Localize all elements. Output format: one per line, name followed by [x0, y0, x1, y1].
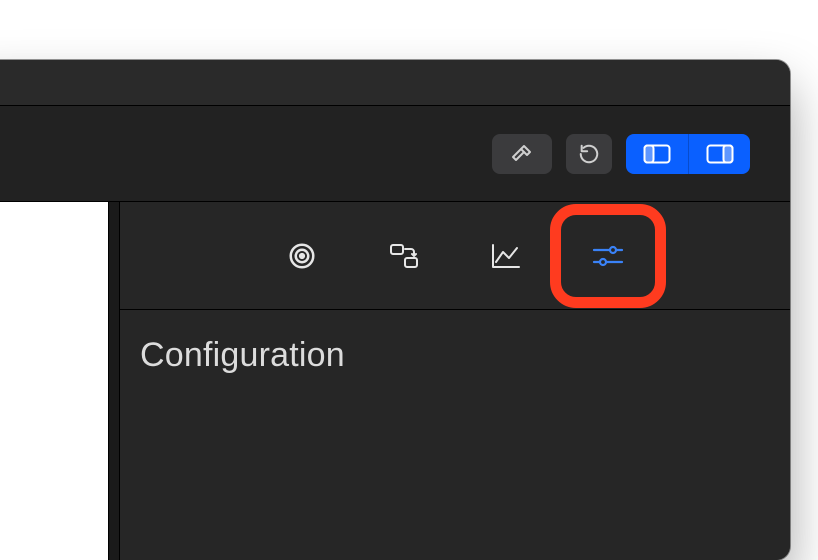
window-titlebar	[0, 60, 790, 106]
toggle-right-panel-button[interactable]	[688, 134, 750, 174]
tab-connections[interactable]	[384, 236, 424, 276]
chart-line-icon	[490, 242, 522, 270]
editor-body: Configuration	[0, 202, 790, 560]
tab-target[interactable]	[282, 236, 322, 276]
inspector-tabbar	[120, 202, 790, 310]
sliders-icon	[591, 243, 625, 269]
toggle-left-panel-button[interactable]	[626, 134, 688, 174]
build-button[interactable]	[492, 134, 552, 174]
canvas-area	[0, 202, 108, 560]
tab-metrics[interactable]	[486, 236, 526, 276]
sidebar-left-icon	[643, 144, 671, 164]
target-icon	[287, 241, 317, 271]
main-toolbar	[0, 106, 790, 202]
tab-configuration[interactable]	[588, 236, 628, 276]
configuration-section: Configuration	[120, 310, 790, 401]
refresh-button[interactable]	[566, 134, 612, 174]
panel-toggle-segment	[626, 134, 750, 174]
app-window: Configuration	[0, 60, 790, 560]
inspector-panel: Configuration	[120, 202, 790, 560]
vertical-divider[interactable]	[108, 202, 120, 560]
hammer-icon	[510, 142, 534, 166]
sidebar-right-icon	[706, 144, 734, 164]
section-title: Configuration	[140, 336, 770, 375]
refresh-icon	[578, 143, 600, 165]
connections-icon	[387, 241, 421, 271]
